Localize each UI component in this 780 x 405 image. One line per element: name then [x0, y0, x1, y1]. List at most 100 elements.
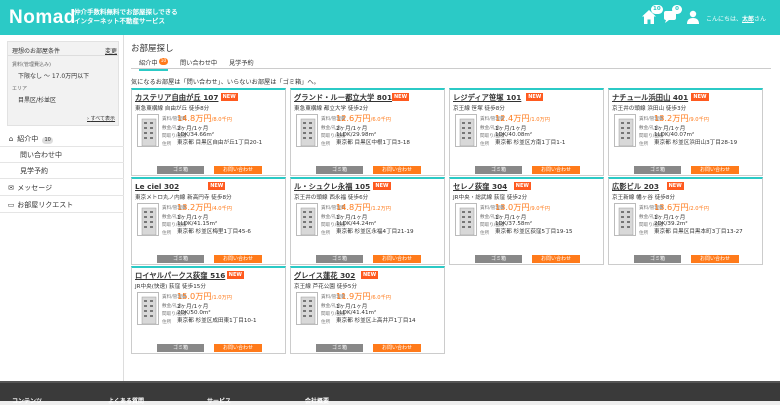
listing-fee: /8.0千円: [211, 117, 232, 123]
tab-bar: 紹介中 10 問い合わせ中 見学予約: [131, 55, 771, 71]
trash-button[interactable]: ゴミ箱: [316, 344, 363, 352]
logo[interactable]: Nomad: [9, 7, 76, 29]
building-photo[interactable]: [137, 203, 159, 236]
listing-price: 14.8万円/8.0千円: [177, 112, 232, 124]
listing-card[interactable]: ロイヤルパークス荻窪 516 NEW JR中央(快速) 荻窪 徒歩15分 賃料/管理費…: [131, 266, 286, 354]
listing-address: 東京都 目黒区目黒本町3丁目13-27: [654, 229, 743, 235]
building-photo[interactable]: [296, 292, 318, 325]
building-photo[interactable]: [614, 203, 636, 236]
listing-name-link[interactable]: Le ciel 302: [135, 182, 179, 191]
sidebar-item-introduced[interactable]: ⌂ 紹介中 10: [0, 131, 124, 147]
building-photo[interactable]: [614, 114, 636, 147]
listing-station: JR中央・総武線 荻窪 徒歩2分: [453, 195, 528, 201]
inquiry-button[interactable]: お問い合わせ: [691, 166, 739, 174]
listing-card[interactable]: 広影ビル 203 NEW 京王新線 幡ヶ谷 徒歩8分 賃料/管理費 敷金/礼金 間取り/面…: [608, 177, 763, 265]
sidebar-item-viewing[interactable]: 見学予約: [0, 163, 124, 179]
tab-inquiry[interactable]: 問い合わせ中: [180, 58, 217, 67]
inquiry-button[interactable]: お問い合わせ: [532, 255, 580, 263]
listing-card[interactable]: ナチュール浜田山 401 NEW 京王井の頭線 浜田山 徒歩3分 賃料/管理費 敷金/礼…: [608, 88, 763, 176]
inquiry-button[interactable]: お問い合わせ: [214, 344, 262, 352]
tab-label: 見学予約: [229, 60, 254, 67]
tab-introduced[interactable]: 紹介中 10: [139, 58, 169, 71]
area-label: エリア: [12, 86, 28, 92]
listing-rent: 13.2万円: [177, 202, 212, 212]
listing-fee: /1.2万円: [370, 206, 391, 212]
sidebar-item-request[interactable]: ▭ お部屋リクエスト: [0, 197, 124, 213]
sidebar-item-inquiry[interactable]: 問い合わせ中: [0, 147, 124, 163]
inquiry-button[interactable]: お問い合わせ: [214, 166, 262, 174]
inquiry-button[interactable]: お問い合わせ: [532, 166, 580, 174]
trash-button[interactable]: ゴミ箱: [316, 166, 363, 174]
inquiry-button[interactable]: お問い合わせ: [214, 255, 262, 263]
trash-button[interactable]: ゴミ箱: [157, 166, 204, 174]
listing-card[interactable]: レジディア笹塚 101 NEW 京王線 笹塚 徒歩8分 賃料/管理費 敷金/礼金 間取り/…: [449, 88, 604, 176]
building-photo[interactable]: [296, 114, 318, 147]
listing-deposit: 2ヶ月/1ヶ月: [177, 126, 209, 132]
listing-station: 東急東横線 自由が丘 徒歩8分: [135, 106, 210, 112]
change-condition-link[interactable]: 変更: [105, 46, 117, 55]
trash-button[interactable]: ゴミ箱: [316, 255, 363, 263]
listing-card[interactable]: グランド・ルー都立大学 801 NEW 東急東横線 都立大学 徒歩2分 賃料/管理費敷…: [290, 88, 445, 176]
listing-name-link[interactable]: グレイス蓮花 302: [294, 271, 355, 281]
listing-rent: 13.6万円: [654, 202, 689, 212]
listing-name-link[interactable]: グランド・ルー都立大学 801: [294, 93, 392, 103]
new-badge: NEW: [208, 182, 226, 190]
field-label-address: 住所: [162, 231, 172, 236]
listing-layout: 1DK/34.66m²: [177, 132, 215, 138]
user-name-link[interactable]: 太郎: [742, 16, 754, 23]
listing-station: 京王新線 幡ヶ谷 徒歩8分: [612, 195, 676, 201]
building-photo[interactable]: [137, 292, 159, 325]
listing-name-link[interactable]: レジディア笹塚 101: [453, 93, 521, 103]
listing-station: 京王井の頭線 浜田山 徒歩3分: [612, 106, 687, 112]
listing-card[interactable]: グレイス蓮花 302 NEW 京王線 芦花公園 徒歩5分 賃料/管理費 敷金/礼金 間取り…: [290, 266, 445, 354]
listing-deposit: 1ヶ月/1ヶ月: [654, 126, 686, 132]
listing-name-link[interactable]: 広影ビル 203: [612, 182, 659, 192]
sidebar-item-label: 見学予約: [20, 167, 48, 175]
field-label-address: 住所: [321, 231, 331, 236]
building-photo[interactable]: [296, 203, 318, 236]
listing-card[interactable]: ル・シュクレ永福 105 NEW 京王井の頭線 西永福 徒歩6分 賃料/管理費 敷金/礼…: [290, 177, 445, 265]
new-badge: NEW: [361, 271, 379, 279]
tab-viewing[interactable]: 見学予約: [229, 58, 254, 67]
inquiry-button[interactable]: お問い合わせ: [373, 166, 421, 174]
listing-address: 東京都 杉並区浜田山3丁目28-19: [654, 140, 738, 146]
inquiry-button[interactable]: お問い合わせ: [691, 255, 739, 263]
sidebar: 理想のお部屋条件 変更 賃料(管理費込み) 下限なし ～ 17.0万円以下 エリ…: [0, 35, 124, 381]
show-all-label: すべて表示: [90, 116, 116, 122]
trash-button[interactable]: ゴミ箱: [157, 344, 204, 352]
listing-deposit: 1ヶ月/1ヶ月: [177, 215, 209, 221]
sidebar-item-messages[interactable]: ✉ メッセージ: [0, 180, 124, 196]
listing-card[interactable]: Le ciel 302 NEW 東京メトロ丸ノ内線 新高円寺 徒歩8分 賃料/管理費敷…: [131, 177, 286, 265]
listing-name-link[interactable]: ロイヤルパークス荻窪 516: [135, 271, 225, 281]
listing-card[interactable]: カステリア自由が丘 107 NEW 東急東横線 自由が丘 徒歩8分 賃料/管理費 敷金/…: [131, 88, 286, 176]
trash-button[interactable]: ゴミ箱: [157, 255, 204, 263]
new-badge: NEW: [691, 93, 709, 101]
trash-button[interactable]: ゴミ箱: [475, 255, 522, 263]
inquiry-button[interactable]: お問い合わせ: [373, 255, 421, 263]
building-photo[interactable]: [137, 114, 159, 147]
listing-deposit: 1ヶ月/1ヶ月: [654, 215, 686, 221]
new-badge: NEW: [666, 182, 684, 190]
sidebar-item-label: 紹介中: [17, 135, 39, 143]
new-badge: NEW: [392, 93, 410, 101]
user-icon[interactable]: [685, 9, 701, 25]
listing-name-link[interactable]: セレノ荻窪 304: [453, 182, 507, 192]
listing-rent: 13.2万円: [654, 113, 689, 123]
listing-name-link[interactable]: ナチュール浜田山 401: [612, 93, 688, 103]
trash-button[interactable]: ゴミ箱: [634, 255, 681, 263]
listing-name-link[interactable]: カステリア自由が丘 107: [135, 93, 218, 103]
show-all-link[interactable]: › すべて表示: [87, 115, 115, 122]
building-photo[interactable]: [455, 203, 477, 236]
trash-button[interactable]: ゴミ箱: [634, 166, 681, 174]
listing-layout: 2DK/50.0m²: [177, 310, 211, 316]
listing-price: 11.9万円/6.0千円: [336, 290, 391, 302]
listing-card[interactable]: セレノ荻窪 304 NEW JR中央・総武線 荻窪 徒歩2分 賃料/管理費 敷金/礼金間…: [449, 177, 604, 265]
building-photo[interactable]: [455, 114, 477, 147]
inquiry-button[interactable]: お問い合わせ: [373, 344, 421, 352]
listing-rent: 14.8万円: [177, 113, 212, 123]
listing-layout: 1LDK/44.24m²: [336, 221, 377, 227]
listing-station: JR中央(快速) 荻窪 徒歩15分: [135, 284, 206, 290]
trash-button[interactable]: ゴミ箱: [475, 166, 522, 174]
listing-name-link[interactable]: ル・シュクレ永福 105: [294, 182, 370, 192]
listing-fee: /1.0万円: [529, 117, 550, 123]
